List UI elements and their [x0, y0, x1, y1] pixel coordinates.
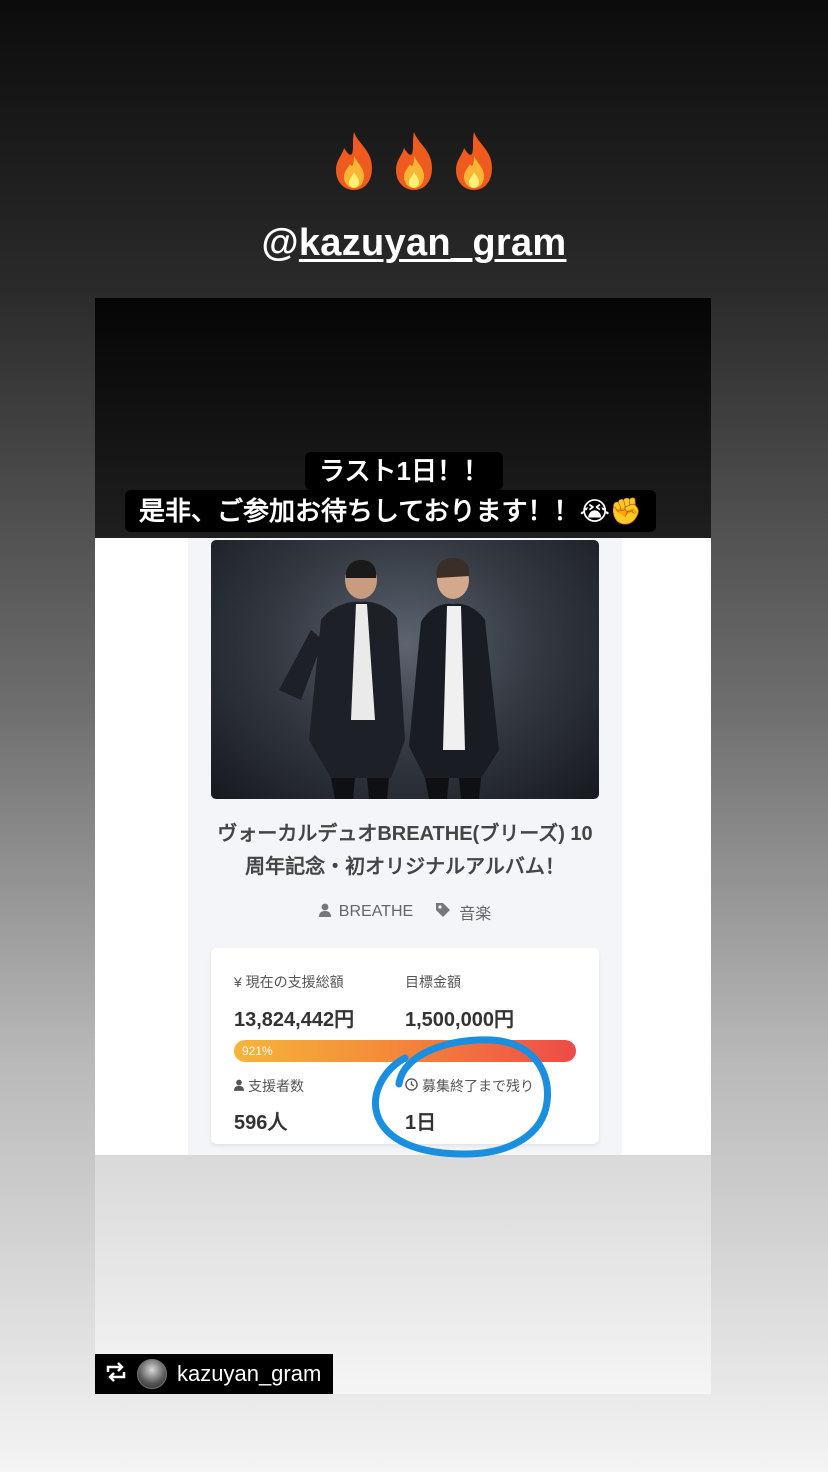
avatar[interactable]	[137, 1359, 167, 1389]
project-title-line-1: ヴォーカルデュオBREATHE(ブリーズ) 10	[217, 823, 593, 845]
fire-icon	[448, 130, 500, 192]
category-meta[interactable]: 音楽	[435, 900, 491, 924]
fire-icon	[328, 130, 380, 192]
mention-handle[interactable]: kazuyan_gram	[299, 222, 567, 264]
repost-icon	[105, 1361, 127, 1387]
tag-icon	[435, 902, 451, 923]
project-title[interactable]: ヴォーカルデュオBREATHE(ブリーズ) 10 周年記念・初オリジナルアルバム…	[202, 818, 608, 884]
hand-drawn-circle-annotation	[372, 1036, 552, 1158]
owner-name: BREATHE	[338, 903, 414, 920]
goal-amount-value: 1,500,000円	[405, 1009, 514, 1031]
text-sticker-line-2: 是非、ご参加お待ちしております！！😭✊	[125, 490, 657, 532]
progress-percent-label: 921%	[242, 1044, 273, 1058]
category-name: 音楽	[459, 906, 492, 923]
supporters-label: 支援者数	[248, 1078, 304, 1094]
mention-sticker[interactable]: @kazuyan_gram	[0, 222, 828, 265]
goal-amount-label: 目標金額	[405, 974, 461, 990]
user-icon	[318, 903, 331, 922]
fire-icon	[388, 130, 440, 192]
repost-attribution[interactable]: kazuyan_gram	[95, 1354, 333, 1394]
supporters-label-group: 支援者数	[234, 1076, 304, 1096]
project-photo	[211, 540, 599, 799]
project-title-line-2: 周年記念・初オリジナルアルバム！	[245, 856, 565, 878]
text-sticker-line-1: ラスト1日！！	[305, 452, 503, 490]
reposted-story-card[interactable]: ラスト1日！！ 是非、ご参加お待ちしております！！😭✊ ヴォーカルデュオBREA…	[95, 298, 711, 1394]
supporters-value: 596人	[234, 1112, 288, 1134]
repost-username[interactable]: kazuyan_gram	[177, 1361, 321, 1387]
mention-prefix: @	[261, 222, 299, 264]
user-icon	[234, 1078, 244, 1094]
emoji-row	[0, 130, 828, 200]
current-amount-value: 13,824,442円	[234, 1009, 355, 1031]
project-meta: BREATHE 音楽	[188, 900, 622, 924]
owner-meta[interactable]: BREATHE	[318, 903, 414, 922]
current-amount-label: ¥ 現在の支援総額	[234, 974, 344, 990]
